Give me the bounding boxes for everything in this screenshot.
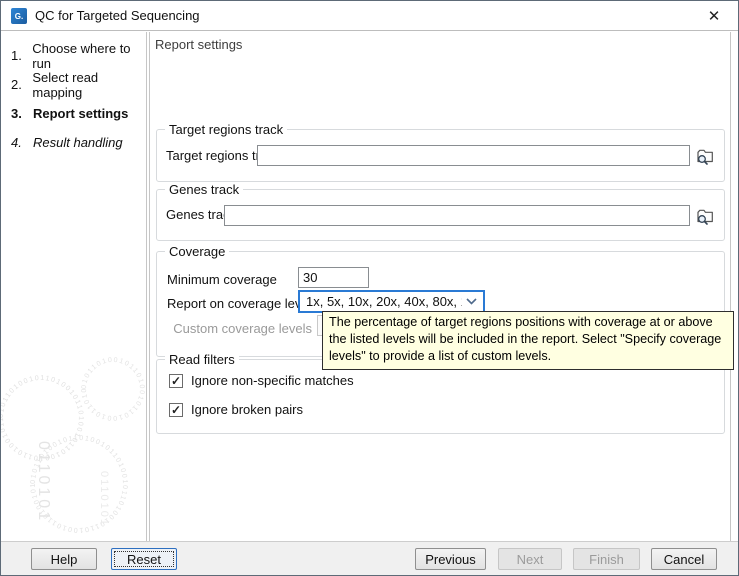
svg-text:010110100101101001011010010110: 0101101001011010010110100101101001011010… xyxy=(1,350,84,461)
coverage-levels-tooltip: The percentage of target regions positio… xyxy=(322,311,734,370)
titlebar: G. QC for Targeted Sequencing ✕ xyxy=(1,1,738,31)
step-number: 2. xyxy=(11,77,23,92)
close-icon[interactable]: ✕ xyxy=(698,4,730,28)
step-number: 4. xyxy=(11,135,24,150)
custom-coverage-levels-label: Custom coverage levels xyxy=(167,321,312,336)
step-report-settings: 3. Report settings xyxy=(1,99,146,128)
ignore-broken-pairs-row: ✓ Ignore broken pairs xyxy=(169,402,303,417)
chevron-down-icon xyxy=(466,298,477,305)
reset-button[interactable]: Reset xyxy=(111,548,177,570)
report-coverage-levels-select[interactable]: 1x, 5x, 10x, 20x, 40x, 80x, 100x xyxy=(298,290,485,313)
checkmark-icon: ✓ xyxy=(171,375,181,387)
app-icon: G. xyxy=(11,8,27,24)
genes-track-input[interactable] xyxy=(224,205,690,226)
svg-text:010110100101101001011010010110: 0101101001011010010110100101101001011010… xyxy=(1,350,128,533)
svg-text:0110101: 0110101 xyxy=(98,471,110,527)
browse-folder-icon[interactable] xyxy=(694,205,715,226)
browse-folder-icon[interactable] xyxy=(694,145,715,166)
dialog-footer: Help Reset Previous Next Finish Cancel xyxy=(1,541,738,575)
ignore-non-specific-matches-row: ✓ Ignore non-specific matches xyxy=(169,373,354,388)
group-legend: Read filters xyxy=(165,352,239,367)
group-genes-track: Genes track Genes track xyxy=(156,189,725,241)
minimum-coverage-input[interactable] xyxy=(298,267,369,288)
previous-button[interactable]: Previous xyxy=(415,548,486,570)
report-coverage-levels-label: Report on coverage levels xyxy=(167,296,318,311)
svg-text:0110101: 0110101 xyxy=(35,441,52,523)
finish-button: Finish xyxy=(573,548,640,570)
dialog-window: G. QC for Targeted Sequencing ✕ 1. Choos… xyxy=(0,0,739,576)
svg-text:010110100101101001011010010110: 0101101001011010010110100101101001011010… xyxy=(1,350,145,421)
step-label: Choose where to run xyxy=(32,41,146,71)
step-label: Report settings xyxy=(33,106,128,121)
next-button: Next xyxy=(498,548,562,570)
checkbox-label: Ignore broken pairs xyxy=(191,402,303,417)
checkbox-label: Ignore non-specific matches xyxy=(191,373,354,388)
dialog-content: 1. Choose where to run 2. Select read ma… xyxy=(1,32,738,542)
report-settings-panel: Report settings Target regions track Tar… xyxy=(149,32,731,542)
step-number: 3. xyxy=(11,106,24,121)
group-read-filters: Read filters ✓ Ignore non-specific match… xyxy=(156,359,725,434)
group-legend: Genes track xyxy=(165,182,243,197)
ignore-non-specific-matches-checkbox[interactable]: ✓ xyxy=(169,374,183,388)
step-label: Result handling xyxy=(33,135,123,150)
help-button[interactable]: Help xyxy=(31,548,97,570)
target-regions-track-input[interactable] xyxy=(257,145,690,166)
step-choose-where-to-run: 1. Choose where to run xyxy=(1,41,146,70)
minimum-coverage-label: Minimum coverage xyxy=(167,272,277,287)
step-select-read-mapping: 2. Select read mapping xyxy=(1,70,146,99)
group-legend: Target regions track xyxy=(165,122,287,137)
checkmark-icon: ✓ xyxy=(171,404,181,416)
wizard-sidebar: 1. Choose where to run 2. Select read ma… xyxy=(1,32,147,542)
wizard-steps: 1. Choose where to run 2. Select read ma… xyxy=(1,41,146,157)
group-legend: Coverage xyxy=(165,244,229,259)
window-title: QC for Targeted Sequencing xyxy=(35,8,200,23)
binary-spiral-watermark: 0101101001011010010110100101101001011010… xyxy=(1,350,147,542)
panel-heading: Report settings xyxy=(155,37,242,52)
ignore-broken-pairs-checkbox[interactable]: ✓ xyxy=(169,403,183,417)
cancel-button[interactable]: Cancel xyxy=(651,548,717,570)
selected-coverage-levels: 1x, 5x, 10x, 20x, 40x, 80x, 100x xyxy=(306,294,462,309)
step-label: Select read mapping xyxy=(32,70,146,100)
step-result-handling: 4. Result handling xyxy=(1,128,146,157)
step-number: 1. xyxy=(11,48,23,63)
group-target-regions-track: Target regions track Target regions trac… xyxy=(156,129,725,182)
